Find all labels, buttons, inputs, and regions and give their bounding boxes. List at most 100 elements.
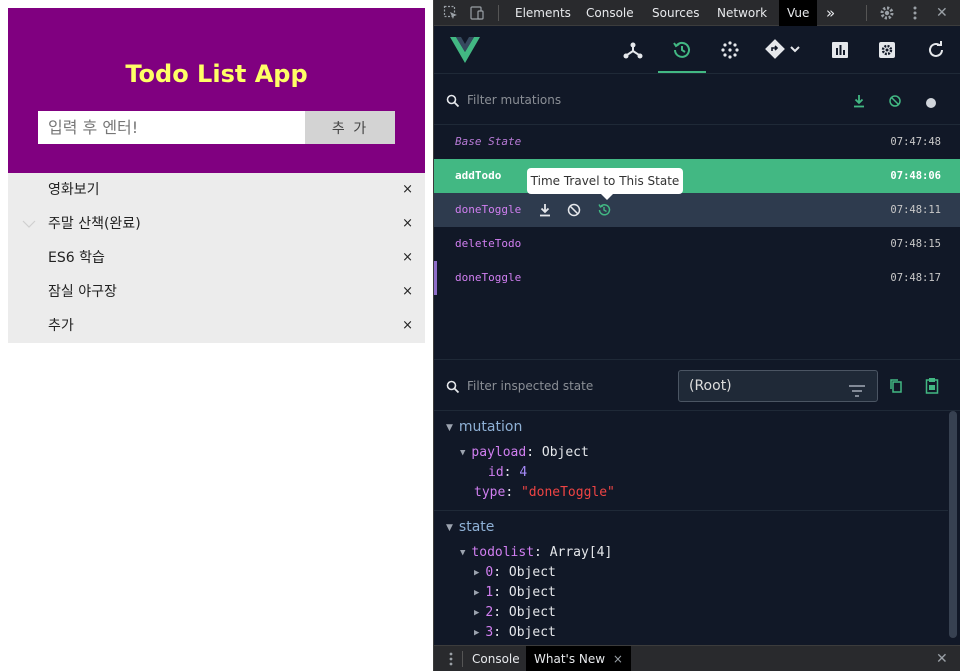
mutation-name: doneToggle: [455, 203, 522, 216]
copy-icon[interactable]: [889, 378, 903, 394]
expand-arrow-icon[interactable]: ▶: [474, 608, 479, 618]
todolist-row[interactable]: ▼ todolist: Array[4]: [460, 545, 612, 560]
todo-input[interactable]: [38, 111, 305, 144]
tooltip-text: Time Travel to This State: [530, 174, 680, 188]
expand-arrow-icon[interactable]: ▶: [474, 628, 479, 638]
router-icon[interactable]: [764, 38, 804, 62]
search-icon: [446, 93, 460, 108]
tooltip: Time Travel to This State: [527, 168, 683, 200]
tab-sources[interactable]: Sources: [652, 0, 699, 26]
root-select[interactable]: (Root): [678, 370, 878, 402]
inspector-scrollbar-thumb[interactable]: [949, 411, 957, 638]
mutation-time: 07:48:15: [890, 238, 941, 250]
todo-item-text[interactable]: 추가: [48, 309, 74, 343]
mutation-filter-input[interactable]: [467, 91, 717, 109]
revert-all-icon[interactable]: [888, 93, 902, 107]
delete-icon[interactable]: ×: [402, 173, 413, 207]
vue-logo-icon: [450, 37, 480, 63]
tooltip-arrow: [601, 194, 613, 200]
tab-network[interactable]: Network: [717, 0, 767, 26]
device-toolbar-icon[interactable]: [469, 5, 485, 21]
todo-item-text[interactable]: 주말 산책(완료): [48, 207, 141, 241]
mutation-filter-bar: [434, 75, 960, 125]
drawer-tab-console[interactable]: Console: [472, 646, 520, 671]
events-icon[interactable]: [718, 38, 742, 62]
tab-console[interactable]: Console: [586, 0, 634, 26]
search-icon: [446, 379, 460, 394]
inspect-element-icon[interactable]: [443, 5, 459, 21]
mutation-time: 07:47:48: [890, 136, 941, 148]
todo-list: 영화보기 × 주말 산책(완료) × ES6 학습 × 잠실 야구장 × 추가 …: [8, 173, 425, 343]
array-entry-row[interactable]: ▶ 1: Object: [474, 585, 556, 600]
performance-icon[interactable]: [828, 38, 852, 62]
todo-item[interactable]: 주말 산책(완료) ×: [8, 207, 425, 241]
mutation-row[interactable]: doneToggle 07:48:17: [434, 261, 960, 295]
close-tab-icon[interactable]: ×: [613, 652, 623, 666]
state-section-header[interactable]: ▼ state: [446, 519, 494, 535]
settings-icon[interactable]: [875, 38, 899, 62]
components-icon[interactable]: [621, 38, 645, 62]
gear-icon[interactable]: [879, 5, 895, 21]
mutation-name: addTodo: [455, 169, 502, 182]
tab-elements[interactable]: Elements: [515, 0, 571, 26]
todo-item[interactable]: ES6 학습 ×: [8, 241, 425, 275]
expand-arrow-icon[interactable]: ▶: [474, 568, 479, 578]
collapse-arrow-icon[interactable]: ▼: [460, 548, 465, 558]
todo-item[interactable]: 영화보기 ×: [8, 173, 425, 207]
tab-vue[interactable]: Vue: [779, 0, 818, 26]
devtools-tabbar: Elements Console Sources Network Vue » ✕: [434, 0, 960, 26]
todo-app: Todo List App 추 가 영화보기 × 주말 산책(완료) × ES6…: [8, 8, 425, 343]
array-entry-row[interactable]: ▶ 2: Object: [474, 605, 556, 620]
todo-item[interactable]: 잠실 야구장 ×: [8, 275, 425, 309]
expand-arrow-icon[interactable]: ▶: [474, 588, 479, 598]
mutation-row[interactable]: deleteTodo 07:48:15: [434, 227, 960, 261]
delete-icon[interactable]: ×: [402, 207, 413, 241]
separator: [866, 5, 867, 21]
more-tabs-icon[interactable]: »: [826, 0, 835, 26]
check-icon: [22, 207, 36, 241]
vuex-history-icon[interactable]: [670, 38, 694, 62]
type-row: type: "doneToggle": [474, 485, 615, 500]
mutation-name: doneToggle: [455, 271, 522, 284]
array-entry-row[interactable]: ▶ 0: Object: [474, 565, 556, 580]
delete-icon[interactable]: ×: [402, 309, 413, 343]
todo-item[interactable]: 추가 ×: [8, 309, 425, 343]
delete-icon[interactable]: ×: [402, 241, 413, 275]
todo-item-text[interactable]: 잠실 야구장: [48, 275, 117, 309]
refresh-icon[interactable]: [924, 38, 948, 62]
app-header: Todo List App 추 가: [8, 8, 425, 173]
root-select-value: (Root): [689, 378, 732, 394]
close-drawer-icon[interactable]: ✕: [936, 646, 948, 671]
mutation-list: Base State 07:47:48 addTodo 07:48:06 don…: [434, 125, 960, 360]
id-row: id: 4: [488, 465, 528, 480]
todo-item-text[interactable]: ES6 학습: [48, 241, 105, 275]
app-title: Todo List App: [125, 60, 308, 88]
drawer-tab-whats-new[interactable]: What's New ×: [526, 646, 631, 671]
add-button[interactable]: 추 가: [305, 111, 395, 144]
time-travel-icon[interactable]: [596, 202, 612, 218]
revert-icon[interactable]: [566, 202, 582, 218]
commit-icon[interactable]: [537, 202, 553, 218]
drawer-menu-icon[interactable]: [446, 651, 456, 667]
mutation-row[interactable]: addTodo 07:48:06: [434, 159, 960, 193]
mutation-time: 07:48:11: [890, 204, 941, 216]
delete-icon[interactable]: ×: [402, 275, 413, 309]
todo-item-text[interactable]: 영화보기: [48, 173, 100, 207]
paste-icon[interactable]: [925, 377, 939, 394]
mutation-section-header[interactable]: ▼ mutation: [446, 419, 522, 435]
collapse-arrow-icon[interactable]: ▼: [446, 523, 453, 533]
collapse-arrow-icon[interactable]: ▼: [460, 448, 465, 458]
payload-row[interactable]: ▼ payload: Object: [460, 445, 589, 460]
mutation-row[interactable]: doneToggle 07:48:11: [434, 193, 960, 227]
collapse-arrow-icon[interactable]: ▼: [446, 423, 453, 433]
commit-all-icon[interactable]: [852, 93, 866, 108]
separator: [462, 651, 463, 667]
vue-toolbar: [434, 26, 960, 74]
state-filter-input[interactable]: [467, 377, 667, 395]
record-icon[interactable]: [925, 94, 937, 108]
kebab-menu-icon[interactable]: [907, 5, 923, 21]
close-icon[interactable]: ✕: [936, 0, 948, 26]
mutation-row[interactable]: Base State 07:47:48: [434, 125, 960, 159]
array-entry-row[interactable]: ▶ 3: Object: [474, 625, 556, 640]
filter-icon: [849, 379, 865, 397]
